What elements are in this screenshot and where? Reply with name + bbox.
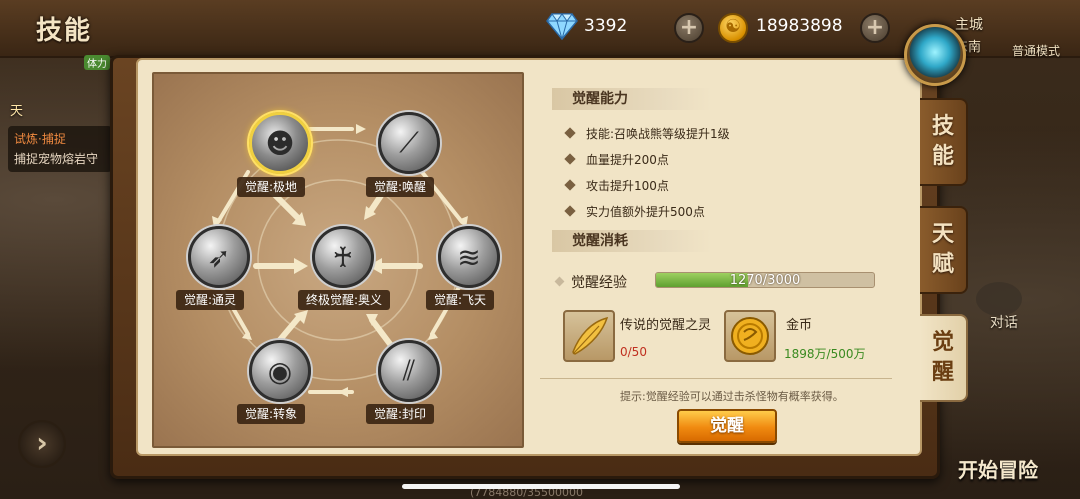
add-gold-button[interactable]: + [860,13,890,43]
awaken-node-spirit[interactable]: ➶ [188,226,250,288]
page-title: 技能 [36,16,93,46]
diamond-icon [546,13,578,40]
mode-label[interactable]: 普通模式 [1012,42,1060,59]
awaken-node-awaken[interactable]: ⟋ [378,112,440,174]
shield-icon: ◉ [267,354,293,388]
day-label: 天 [10,104,24,119]
tab-char: 技 [931,114,954,139]
portal-orb-icon[interactable] [904,24,966,86]
dialog-label[interactable]: 对话 [990,312,1018,332]
tab-char: 天 [931,222,954,247]
awaken-node-label: 觉醒:通灵 [176,290,245,310]
diamond-bullet-icon [564,127,576,139]
location-line1: 主城 [955,17,983,33]
diamond-bullet-icon [564,153,576,165]
awaken-node-label: 觉醒:唤醒 [366,177,435,197]
tab-char: 能 [931,144,954,169]
cost-header: 觉醒消耗 [552,230,712,252]
awaken-button[interactable]: 觉醒 [677,409,777,443]
tab-skill-label: 技能 [932,112,954,172]
ability-header: 觉醒能力 [552,88,712,110]
wind-icon: ≋ [457,240,481,274]
tab-talent-label: 天赋 [932,220,954,280]
ability-bullet: 攻击提升100点 [564,177,669,194]
item1-qty: 0/50 [620,345,647,359]
exp-progress-text: 1270/3000 [729,273,801,288]
tab-char: 醒 [931,360,954,385]
quest-title: 试炼·捕捉 [14,132,66,146]
awaken-node-label: 觉醒:转象 [237,404,306,424]
diamond-bullet-icon [554,276,565,287]
ability-bullet: 实力值额外提升500点 [564,203,705,220]
blades-icon: ⫽ [402,354,416,387]
tab-skill[interactable]: 技能 [920,98,968,186]
stamina-tag: 体力 [84,55,110,70]
ability-bullet: 技能:召唤战熊等级提升1级 [564,125,730,142]
diamond-bullet-icon [564,179,576,191]
arrow-icon: ➶ [207,240,231,274]
hint-text: 提示:觉醒经验可以通过击杀怪物有概率获得。 [620,390,844,403]
gold-coin-icon [718,13,748,43]
home-indicator[interactable] [402,484,680,489]
bear-warrior-icon: ☻ [265,126,295,160]
ability-bullet: 血量提升200点 [564,151,669,168]
feather-icon[interactable] [563,310,615,362]
diamond-bullet-icon [564,205,576,217]
tab-awaken[interactable]: 觉醒 [920,314,968,402]
awaken-node-label: 终极觉醒:奥义 [298,290,391,310]
tab-awaken-label: 觉醒 [932,328,954,388]
tab-char: 赋 [931,252,954,277]
start-adventure-button[interactable]: 开始冒险 [958,454,1038,483]
awaken-node-seal[interactable]: ⫽ [378,340,440,402]
item2-qty: 1898万/500万 [784,347,866,361]
awaken-node-fly[interactable]: ≋ [438,226,500,288]
gold-count: 18983898 [756,16,843,36]
tab-talent[interactable]: 天赋 [920,206,968,294]
exp-label: 觉醒经验 [554,272,627,292]
divider [540,378,892,379]
figure-icon: ♰ [332,240,354,274]
gold-coin-icon[interactable] [724,310,776,362]
item1-name: 传说的觉醒之灵 [620,318,712,333]
exp-progress-bar: 1270/3000 [655,272,875,288]
awaken-node-polar[interactable]: ☻ [249,112,311,174]
item2-name: 金币 [786,318,813,333]
add-gems-button[interactable]: + [674,13,704,43]
awaken-node-label: 觉醒:封印 [366,404,435,424]
chat-bubble-icon[interactable] [976,282,1022,316]
awaken-node-ultimate[interactable]: ♰ [312,226,374,288]
awaken-node-label: 觉醒:飞天 [426,290,495,310]
awaken-node-label: 觉醒:极地 [237,177,306,197]
slash-icon: ⟋ [399,126,419,159]
chevron-right-icon[interactable]: › [18,420,66,468]
tab-char: 觉 [931,330,954,355]
awaken-node-transform[interactable]: ◉ [249,340,311,402]
quest-desc: 捕捉宠物熔岩守 [14,152,99,166]
gem-count: 3392 [584,16,628,36]
